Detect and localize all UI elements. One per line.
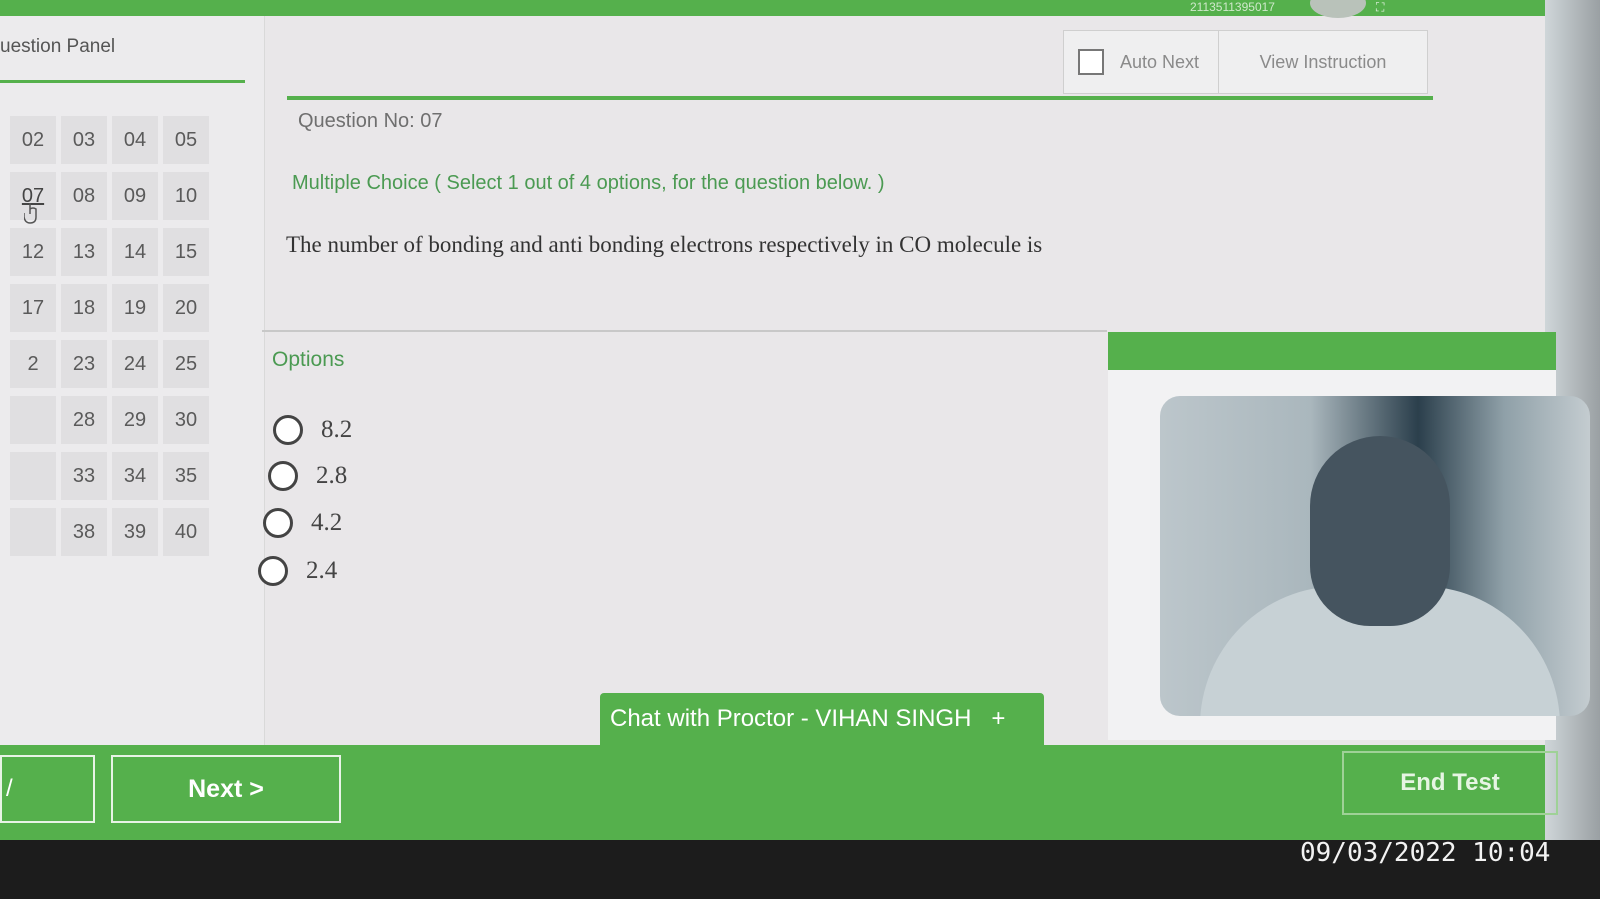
- plus-icon[interactable]: +: [991, 705, 1005, 733]
- question-number-button[interactable]: 23: [61, 340, 107, 388]
- option-2[interactable]: 2.8: [268, 461, 347, 491]
- question-number-button[interactable]: 28: [61, 396, 107, 444]
- chat-with-proctor-tab[interactable]: Chat with Proctor - VIHAN SINGH +: [600, 693, 1044, 745]
- auto-next-toggle[interactable]: Auto Next: [1064, 31, 1219, 93]
- question-number-button[interactable]: 25: [163, 340, 209, 388]
- question-panel: uestion Panel 02 03 04 05 07 08 09 10 12 13 14 15 17…: [0, 16, 265, 746]
- question-number-button[interactable]: 17: [10, 284, 56, 332]
- question-number-button[interactable]: 2: [10, 340, 56, 388]
- fullscreen-icon[interactable]: ⛶: [1376, 0, 1386, 15]
- next-button[interactable]: Next >: [111, 755, 341, 823]
- question-number: Question No: 07: [298, 110, 443, 132]
- question-number-button[interactable]: 24: [112, 340, 158, 388]
- option-label: 8.2: [321, 416, 353, 443]
- question-number-button[interactable]: 08: [61, 172, 107, 220]
- option-radio[interactable]: [263, 508, 293, 538]
- question-type: Multiple Choice ( Select 1 out of 4 opti…: [292, 172, 885, 194]
- question-number-button[interactable]: 02: [10, 116, 56, 164]
- question-number-button[interactable]: 04: [112, 116, 158, 164]
- option-label: 2.8: [316, 462, 348, 489]
- question-panel-title: uestion Panel: [0, 36, 116, 57]
- webcam-feed: [1160, 396, 1590, 716]
- webcam-person-head: [1310, 436, 1450, 626]
- hand-cursor-icon: [24, 203, 37, 224]
- question-number-button[interactable]: 14: [112, 228, 158, 276]
- option-radio[interactable]: [268, 461, 298, 491]
- question-number-button[interactable]: 10: [163, 172, 209, 220]
- end-test-button[interactable]: End Test: [1342, 751, 1558, 815]
- question-grid: 02 03 04 05 07 08 09 10 12 13 14 15 17 18 19 20 2 23 24 25 2…: [0, 116, 230, 556]
- option-label: 2.4: [306, 557, 338, 584]
- proctor-video-header: [1108, 332, 1556, 370]
- question-panel-divider: [0, 80, 245, 83]
- registration-number: 2113511395017: [1190, 0, 1275, 14]
- question-number-button[interactable]: 09: [112, 172, 158, 220]
- options-title: Options: [272, 348, 345, 371]
- question-number-button: [10, 396, 56, 444]
- question-number-button[interactable]: 30: [163, 396, 209, 444]
- option-4[interactable]: 2.4: [258, 556, 337, 586]
- question-number-button[interactable]: 19: [112, 284, 158, 332]
- question-number-button[interactable]: 40: [163, 508, 209, 556]
- question-number-button[interactable]: 03: [61, 116, 107, 164]
- question-number-button: [10, 508, 56, 556]
- question-number-button[interactable]: 15: [163, 228, 209, 276]
- avatar: [1310, 0, 1366, 18]
- main-divider: [287, 96, 1433, 100]
- question-number-button[interactable]: 34: [112, 452, 158, 500]
- auto-next-checkbox[interactable]: [1078, 49, 1104, 75]
- question-number-button[interactable]: 05: [163, 116, 209, 164]
- auto-next-label: Auto Next: [1120, 51, 1200, 72]
- option-radio[interactable]: [258, 556, 288, 586]
- question-separator: [262, 330, 1107, 332]
- question-number-button[interactable]: 18: [61, 284, 107, 332]
- view-instruction-button[interactable]: View Instruction: [1219, 31, 1427, 93]
- question-number-button[interactable]: 39: [112, 508, 158, 556]
- previous-button[interactable]: /: [0, 755, 95, 823]
- question-number-button[interactable]: 35: [163, 452, 209, 500]
- question-toolbar: Auto Next View Instruction: [1063, 30, 1428, 94]
- question-number-button[interactable]: 12: [10, 228, 56, 276]
- question-number-button[interactable]: 38: [61, 508, 107, 556]
- photo-timestamp: 09/03/2022 10:04: [1300, 838, 1551, 868]
- question-text: The number of bonding and anti bonding e…: [286, 232, 1043, 257]
- question-number-button: [10, 452, 56, 500]
- question-number-button[interactable]: 29: [112, 396, 158, 444]
- question-number-button[interactable]: 13: [61, 228, 107, 276]
- option-radio[interactable]: [273, 415, 303, 445]
- option-label: 4.2: [311, 509, 343, 536]
- chat-label: Chat with Proctor - VIHAN SINGH: [610, 705, 972, 732]
- top-bar: 2113511395017 ⛶: [0, 0, 1545, 18]
- question-number-button[interactable]: 33: [61, 452, 107, 500]
- bottom-bar: / Next > End Test: [0, 745, 1558, 840]
- question-number-button[interactable]: 20: [163, 284, 209, 332]
- exam-screen: 2113511395017 ⛶ uestion Panel 02 03 04 05 07…: [0, 0, 1600, 840]
- option-1[interactable]: 8.2: [273, 415, 352, 445]
- option-3[interactable]: 4.2: [263, 508, 342, 538]
